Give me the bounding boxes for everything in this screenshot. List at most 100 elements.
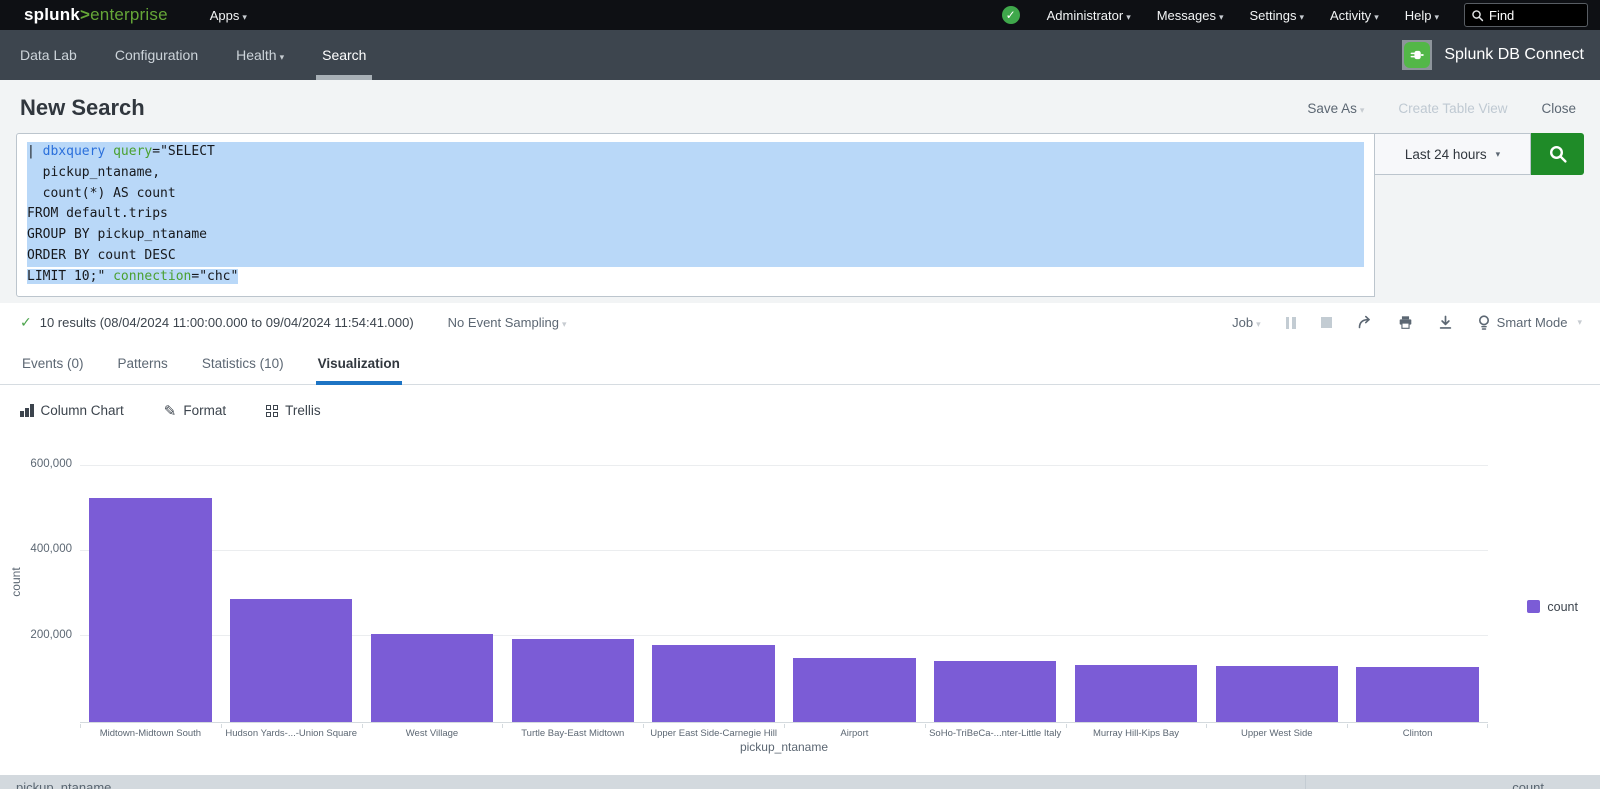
chart-type-label: Column Chart (41, 403, 124, 418)
bar-slot (784, 466, 925, 722)
statistics-table-header: pickup_ntaname count (0, 775, 1600, 789)
bar-slot (221, 466, 362, 722)
y-tick-label: 200,000 (30, 629, 72, 641)
chevron-down-icon: ▾ (1219, 12, 1224, 22)
bar-8[interactable] (1075, 665, 1197, 722)
trellis-button[interactable]: Trellis (266, 403, 321, 418)
nav-item-data-lab[interactable]: Data Lab (20, 30, 77, 80)
time-range-picker[interactable]: Last 24 hours ▾ (1375, 133, 1531, 175)
nav-item-health-label: Health (236, 47, 276, 63)
chevron-down-icon: ▾ (1577, 317, 1582, 328)
nav-item-search[interactable]: Search (322, 30, 366, 80)
splunk-logo: splunk>enterprise (24, 5, 168, 25)
pause-icon (1286, 317, 1296, 329)
search-mode-menu[interactable]: Smart Mode ▾ (1478, 315, 1582, 331)
bar-7[interactable] (934, 661, 1056, 721)
app-identity: Splunk DB Connect (1402, 40, 1584, 70)
activity-menu[interactable]: Activity▾ (1330, 8, 1379, 23)
x-category-label: Turtle Bay-East Midtown (502, 724, 643, 739)
settings-menu[interactable]: Settings▾ (1250, 8, 1305, 23)
search-query-input[interactable]: | dbxquery query="SELECT pickup_ntaname,… (16, 133, 1375, 297)
column-header-pickup-ntaname[interactable]: pickup_ntaname (0, 775, 1305, 789)
find-input[interactable] (1489, 8, 1579, 23)
chevron-down-icon: ▾ (1496, 149, 1501, 160)
event-sampling-menu[interactable]: No Event Sampling▾ (448, 315, 567, 330)
search-icon (1548, 144, 1568, 164)
share-icon[interactable] (1357, 315, 1373, 330)
bar-slot (925, 466, 1066, 722)
chevron-down-icon: ▾ (1126, 12, 1131, 22)
help-menu[interactable]: Help▾ (1405, 8, 1439, 23)
chart-type-button[interactable]: Column Chart (20, 403, 124, 418)
format-label: Format (183, 403, 226, 418)
bar-6[interactable] (793, 658, 915, 721)
x-category-label: Upper East Side-Carnegie Hill (643, 724, 784, 739)
chevron-down-icon: ▾ (562, 319, 567, 329)
bar-slot (643, 466, 784, 722)
bar-slot (1206, 466, 1347, 722)
tab-events[interactable]: Events (0) (20, 356, 86, 384)
messages-menu-label: Messages (1157, 8, 1216, 23)
search-mode-label: Smart Mode (1497, 315, 1568, 330)
chevron-down-icon: ▾ (242, 12, 247, 22)
chevron-down-icon: ▾ (1299, 12, 1304, 22)
format-button[interactable]: ✎ Format (164, 402, 226, 420)
x-category-label: Hudson Yards-...-Union Square (221, 724, 362, 739)
bar-3[interactable] (371, 634, 493, 721)
activity-menu-label: Activity (1330, 8, 1371, 23)
x-axis-title: pickup_ntaname (80, 740, 1488, 754)
save-as-button[interactable]: Save As▾ (1307, 101, 1364, 116)
apps-menu-label: Apps (210, 8, 240, 23)
job-menu[interactable]: Job▾ (1232, 315, 1261, 330)
chevron-down-icon: ▾ (1256, 319, 1261, 329)
bar-slot (502, 466, 643, 722)
bar-4[interactable] (512, 639, 634, 722)
bar-5[interactable] (652, 645, 774, 722)
close-button[interactable]: Close (1541, 101, 1576, 116)
column-header-count[interactable]: count (1305, 775, 1600, 789)
job-controls: Job▾ Smart Mode▾ (1232, 315, 1582, 331)
bar-10[interactable] (1356, 667, 1478, 721)
bar-2[interactable] (230, 599, 352, 722)
help-menu-label: Help (1405, 8, 1432, 23)
health-status-icon[interactable]: ✓ (1002, 6, 1020, 24)
logo-chevron: > (80, 5, 90, 25)
x-category-label: Midtown-Midtown South (80, 724, 221, 739)
bar-1[interactable] (89, 498, 211, 722)
query-line: GROUP BY pickup_ntaname (27, 225, 1364, 246)
query-line: pickup_ntaname, (27, 163, 1364, 184)
job-menu-label: Job (1232, 315, 1253, 330)
chevron-down-icon: ▾ (1434, 12, 1439, 22)
tab-statistics[interactable]: Statistics (10) (200, 356, 286, 384)
query-line: count(*) AS count (27, 184, 1364, 205)
x-category-label: Murray Hill-Kips Bay (1066, 724, 1207, 739)
print-icon[interactable] (1398, 315, 1413, 330)
messages-menu[interactable]: Messages▾ (1157, 8, 1224, 23)
y-tick-label: 400,000 (30, 543, 72, 555)
find-search-box[interactable] (1464, 3, 1588, 27)
y-tick-label: 600,000 (30, 458, 72, 470)
chevron-down-icon: ▾ (1360, 105, 1365, 115)
tab-patterns[interactable]: Patterns (116, 356, 170, 384)
x-axis-category-labels: Midtown-Midtown SouthHudson Yards-...-Un… (80, 724, 1488, 739)
stop-icon (1321, 317, 1332, 328)
plot-area (80, 466, 1488, 723)
query-line: | dbxquery query="SELECT (27, 142, 1364, 163)
trellis-label: Trellis (285, 403, 321, 418)
apps-menu[interactable]: Apps▾ (210, 8, 247, 23)
nav-item-configuration[interactable]: Configuration (115, 30, 198, 80)
chevron-down-icon: ▾ (280, 52, 285, 62)
nav-item-health[interactable]: Health ▾ (236, 30, 284, 80)
bar-slot (362, 466, 503, 722)
lightbulb-icon (1478, 315, 1490, 331)
run-search-button[interactable] (1531, 133, 1584, 175)
download-icon[interactable] (1438, 315, 1453, 330)
results-count-text: 10 results (08/04/2024 11:00:00.000 to 0… (40, 315, 414, 330)
bar-9[interactable] (1216, 666, 1338, 722)
tab-visualization[interactable]: Visualization (316, 356, 402, 384)
time-range-label: Last 24 hours (1405, 147, 1487, 162)
query-line: ORDER BY count DESC (27, 246, 1364, 267)
legend-item-count[interactable]: count (1527, 600, 1578, 614)
x-category-label: Upper West Side (1206, 724, 1347, 739)
administrator-menu[interactable]: Administrator▾ (1047, 8, 1131, 23)
